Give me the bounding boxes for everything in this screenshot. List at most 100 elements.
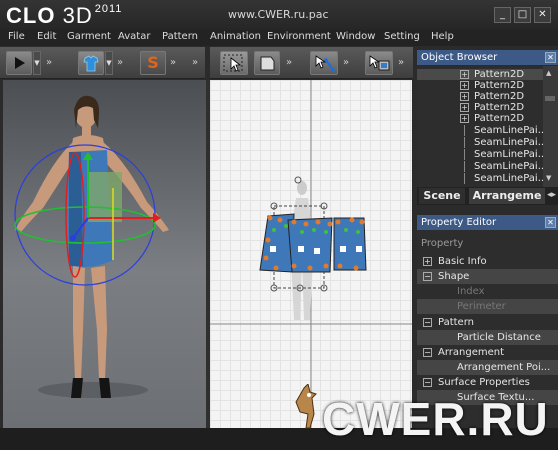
tree-item-pattern2d[interactable]: + Pattern2D — [417, 102, 543, 113]
title-url: www.CWER.ru.pac — [228, 8, 329, 21]
toolbar-more-7[interactable]: » — [398, 57, 404, 68]
menu-environment[interactable]: Environment — [267, 31, 331, 42]
select-tool-button[interactable] — [220, 51, 248, 75]
tab-scroll-icon[interactable]: ◂▸ — [547, 190, 556, 200]
object-browser-scrollbar[interactable]: ▲ ▼ — [543, 66, 558, 187]
expand-icon[interactable]: + — [460, 70, 469, 79]
property-particle-distance[interactable]: Particle Distance — [417, 330, 558, 345]
close-button[interactable]: ✕ — [534, 7, 551, 23]
menu-file[interactable]: File — [8, 31, 25, 42]
toolbar-more-5[interactable]: » — [286, 57, 292, 68]
tree-item-label: Pattern2D — [474, 69, 525, 80]
property-group-surface[interactable]: − Surface Properties — [417, 375, 558, 390]
texture-icon — [369, 55, 390, 71]
texture-tool-button[interactable] — [365, 51, 393, 75]
watermark-text: CWER.RU — [322, 393, 549, 445]
play-dropdown[interactable]: ▼ — [33, 51, 41, 75]
garment-dropdown[interactable]: ▼ — [105, 51, 113, 75]
viewport-2d[interactable] — [210, 80, 412, 428]
property-group-shape[interactable]: − Shape — [417, 269, 558, 284]
minimize-button[interactable]: _ — [494, 7, 511, 23]
tree-item-seamline[interactable]: SeamLinePai... — [417, 125, 547, 136]
tab-arrangement[interactable]: Arrangeme — [469, 188, 545, 204]
expand-icon[interactable]: + — [460, 92, 469, 101]
edit-pattern-button[interactable] — [254, 51, 280, 75]
property-label: Index — [457, 286, 485, 297]
toolbar-more-3[interactable]: » — [170, 57, 176, 68]
tree-item-seamline[interactable]: SeamLinePai... — [417, 137, 547, 148]
app-logo: CLO 3D 2011 — [6, 3, 123, 28]
collapse-icon[interactable]: − — [423, 318, 432, 327]
object-browser-tree: + Pattern2D + Pattern2D + Pattern2D + Patter… — [417, 66, 547, 187]
scroll-up-icon[interactable]: ▲ — [546, 69, 551, 77]
property-label: Basic Info — [438, 256, 487, 267]
simulation-button[interactable]: S — [140, 51, 166, 75]
segment-tool-button[interactable] — [310, 51, 338, 75]
tree-line — [464, 137, 465, 148]
tree-item-label: SeamLinePai... — [474, 173, 548, 184]
property-group-basic-info[interactable]: + Basic Info — [417, 254, 558, 269]
play-icon — [15, 57, 25, 69]
tree-item-pattern2d[interactable]: + Pattern2D — [417, 91, 543, 102]
property-group-arrangement[interactable]: − Arrangement — [417, 345, 558, 360]
menu-pattern[interactable]: Pattern — [162, 31, 198, 42]
toolbar-3d: ▼ » ▼ » S » » — [0, 47, 205, 79]
scroll-thumb[interactable] — [545, 96, 555, 101]
property-editor-close-button[interactable]: ✕ — [545, 217, 556, 228]
property-arrangement-point[interactable]: Arrangement Poi... — [417, 360, 558, 375]
menu-avatar[interactable]: Avatar — [118, 31, 150, 42]
toolbar-more-4[interactable]: » — [192, 57, 198, 68]
object-browser-tabs: Scene Arrangeme ◂▸ — [417, 187, 558, 205]
tree-item-seamline[interactable]: SeamLinePai... — [417, 161, 547, 172]
tree-item-label: SeamLinePai... — [474, 137, 548, 148]
expand-icon[interactable]: + — [460, 103, 469, 112]
property-index[interactable]: Index — [417, 284, 558, 299]
tree-item-label: SeamLinePai... — [474, 149, 548, 160]
collapse-icon[interactable]: − — [423, 348, 432, 357]
property-label: Perimeter — [457, 301, 506, 312]
play-button[interactable] — [6, 51, 32, 75]
object-browser-close-button[interactable]: ✕ — [545, 52, 556, 63]
menu-help[interactable]: Help — [431, 31, 454, 42]
viewport-3d[interactable] — [3, 80, 206, 428]
tree-item-pattern2d[interactable]: + Pattern2D — [417, 80, 543, 91]
menu-animation[interactable]: Animation — [210, 31, 261, 42]
toolbar-more-6[interactable]: » — [343, 57, 349, 68]
menu-bar: File Edit Garment Avatar Pattern Animati… — [0, 30, 558, 46]
tree-line — [464, 161, 465, 172]
expand-icon[interactable]: + — [460, 114, 469, 123]
title-bar: CLO 3D 2011 www.CWER.ru.pac _ □ ✕ — [0, 0, 558, 30]
toolbar-more-1[interactable]: » — [46, 57, 52, 68]
property-perimeter[interactable]: Perimeter — [417, 299, 558, 314]
tree-item-label: Pattern2D — [474, 80, 525, 91]
property-header: Property — [421, 238, 464, 249]
menu-edit[interactable]: Edit — [37, 31, 56, 42]
tab-scene[interactable]: Scene — [419, 188, 465, 204]
toolbar-2d: » » » — [210, 47, 413, 79]
garment-button[interactable] — [78, 51, 104, 75]
tree-item-pattern2d[interactable]: + Pattern2D — [417, 69, 543, 80]
object-browser-header: Object Browser ✕ — [417, 50, 558, 65]
tree-item-label: Pattern2D — [474, 102, 525, 113]
tree-item-pattern2d[interactable]: + Pattern2D — [417, 113, 543, 124]
toolbar-more-2[interactable]: » — [117, 57, 123, 68]
tree-item-seamline[interactable]: SeamLinePai... — [417, 173, 547, 184]
tree-item-seamline[interactable]: SeamLinePai... — [417, 149, 547, 160]
collapse-icon[interactable]: − — [423, 272, 432, 281]
object-browser-title: Object Browser — [421, 52, 498, 63]
property-label: Shape — [438, 271, 470, 282]
menu-garment[interactable]: Garment — [67, 31, 111, 42]
segment-icon — [315, 55, 335, 72]
tree-item-label: Pattern2D — [474, 91, 525, 102]
scroll-down-icon[interactable]: ▼ — [546, 174, 551, 182]
property-group-pattern[interactable]: − Pattern — [417, 315, 558, 330]
coyote-mascot-icon — [295, 384, 317, 429]
expand-icon[interactable]: + — [460, 81, 469, 90]
pattern-canvas — [210, 80, 412, 428]
expand-icon[interactable]: + — [423, 257, 432, 266]
maximize-button[interactable]: □ — [514, 7, 531, 23]
tree-item-label: Pattern2D — [474, 113, 525, 124]
menu-window[interactable]: Window — [336, 31, 375, 42]
collapse-icon[interactable]: − — [423, 378, 432, 387]
menu-setting[interactable]: Setting — [384, 31, 420, 42]
